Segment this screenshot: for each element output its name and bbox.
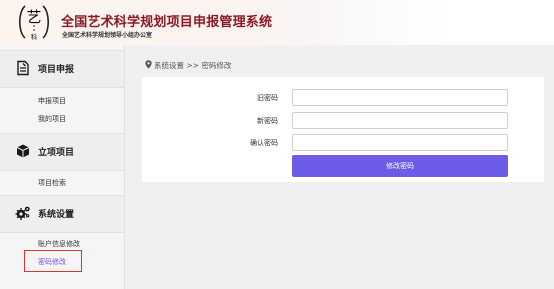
sidebar-section-label: 立项项目 bbox=[38, 148, 75, 158]
change-password-button[interactable]: 修改密码 bbox=[292, 155, 508, 177]
sidebar-section-label: 系统设置 bbox=[38, 210, 75, 220]
sidebar-section-label: 项目申报 bbox=[38, 65, 75, 75]
confirm-password-label: 确认密码 bbox=[250, 139, 278, 147]
breadcrumb-text: 系统设置 >> 密码修改 bbox=[154, 61, 232, 70]
logo-char-main: 艺 bbox=[26, 8, 41, 26]
cube-icon bbox=[16, 144, 30, 158]
sidebar-item-my-projects[interactable]: 我的项目 bbox=[38, 114, 66, 124]
app-header: 艺 科 全国艺术科学规划项目申报管理系统 全国艺术科学规划领导小组办公室 bbox=[0, 0, 554, 45]
new-password-input[interactable] bbox=[292, 112, 508, 129]
old-password-label: 旧密码 bbox=[257, 94, 278, 102]
app-title: 全国艺术科学规划项目申报管理系统 bbox=[61, 15, 273, 30]
new-password-label: 新密码 bbox=[257, 117, 278, 125]
password-form-panel: 旧密码 新密码 确认密码 修改密码 bbox=[142, 77, 544, 182]
gears-icon bbox=[15, 206, 30, 220]
breadcrumb: 系统设置 >> 密码修改 bbox=[145, 60, 231, 71]
logo-icon: 艺 科 bbox=[18, 5, 50, 41]
sidebar-section-project-apply[interactable]: 项目申报 bbox=[0, 50, 124, 88]
location-pin-icon bbox=[145, 60, 152, 69]
old-password-input[interactable] bbox=[292, 89, 508, 106]
sidebar-section-approved-projects[interactable]: 立项项目 bbox=[0, 133, 124, 171]
logo-char-sub: 科 bbox=[31, 32, 38, 41]
sidebar-item-change-password[interactable]: 密码修改 bbox=[38, 257, 66, 267]
sidebar: 项目申报 申报项目 我的项目 立项项目 项目检索 系统设置 账户信息修改 密码修… bbox=[0, 45, 125, 289]
sidebar-item-project-search[interactable]: 项目检索 bbox=[38, 178, 66, 188]
app-subtitle: 全国艺术科学规划领导小组办公室 bbox=[62, 32, 153, 39]
confirm-password-input[interactable] bbox=[292, 134, 508, 151]
sidebar-section-system-settings[interactable]: 系统设置 bbox=[0, 195, 124, 233]
sidebar-item-apply-project[interactable]: 申报项目 bbox=[38, 96, 66, 106]
header-background bbox=[300, 0, 554, 45]
sidebar-item-account-info[interactable]: 账户信息修改 bbox=[38, 239, 80, 249]
document-edit-icon bbox=[17, 60, 29, 76]
